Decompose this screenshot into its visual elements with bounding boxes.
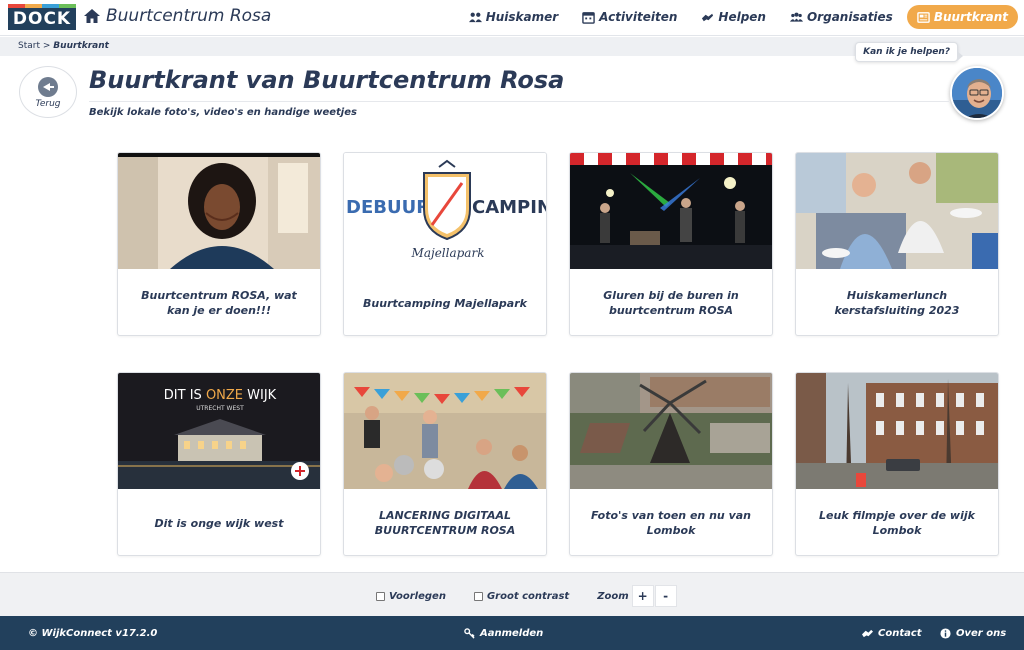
zoom-in-button[interactable]: +: [631, 585, 654, 607]
title-divider: [89, 101, 949, 102]
nav-huiskamer[interactable]: Huiskamer: [459, 5, 568, 29]
camping-logo-image: DEBUURT CAMPING Majellapark: [344, 153, 547, 269]
help-bubble[interactable]: Kan ik je helpen?: [855, 42, 963, 62]
card-caption: Buurtcamping Majellapark: [363, 296, 527, 310]
accessibility-bar: Voorlegen Groot contrast Zoom + -: [0, 572, 1024, 616]
newspaper-icon: [917, 11, 930, 23]
footer-login-link[interactable]: Aanmelden: [464, 628, 543, 639]
camping-logo-right: CAMPING: [472, 197, 547, 218]
nav-buurtkrant-label: Buurtkrant: [933, 10, 1008, 24]
read-aloud-checkbox[interactable]: [376, 591, 385, 601]
group-icon: [789, 12, 803, 22]
page-subtitle: Bekijk lokale foto's, video's en handige…: [89, 107, 357, 118]
nav-helpen-label: Helpen: [718, 10, 766, 24]
footer: © WijkConnect v17.2.0 Aanmelden Contact …: [0, 616, 1024, 650]
card-caption: Dit is onge wijk west: [154, 516, 284, 530]
people-icon: [468, 12, 482, 22]
site-title[interactable]: Buurtcentrum Rosa: [84, 6, 271, 26]
card-caption: LANCERING DIGITAAL BUURTCENTRUM ROSA: [374, 509, 516, 537]
high-contrast-label: Groot contrast: [486, 590, 570, 602]
read-aloud-label: Voorlegen: [389, 590, 446, 602]
card-caption: Buurtcentrum ROSA, wat kan je er doen!!!: [141, 289, 297, 317]
footer-about-link[interactable]: Over ons: [940, 628, 1006, 639]
camping-logo-sub: Majellapark: [411, 246, 485, 260]
breadcrumb-separator: >: [42, 41, 51, 51]
helper-avatar[interactable]: [950, 66, 1004, 120]
footer-copyright: © WijkConnect v17.2.0: [28, 628, 157, 639]
breadcrumb-home[interactable]: Start: [18, 41, 40, 51]
news-card[interactable]: Leuk filmpje over de wijk Lombok: [795, 372, 999, 556]
helper-portrait-image: [952, 68, 1002, 118]
back-button-label: Terug: [35, 99, 61, 109]
card-thumbnail: [118, 153, 320, 269]
handshake-icon: [702, 13, 714, 21]
high-contrast-toggle[interactable]: Groot contrast: [473, 590, 570, 602]
dock-logo[interactable]: DOCK: [8, 4, 76, 30]
footer-copyright-text: © WijkConnect v17.2.0: [28, 628, 158, 639]
news-card[interactable]: DIT IS ONZE WIJK UTRECHT WEST Dit is ong…: [117, 372, 321, 556]
nav-organisaties-label: Organisaties: [806, 10, 893, 24]
card-caption: Huiskamerlunch kerstafsluiting 2023: [834, 289, 960, 317]
overlay-text-b: ONZE: [206, 388, 243, 403]
main-nav: Huiskamer Activiteiten Helpen Organisati…: [459, 5, 1018, 29]
handshake-icon: [862, 629, 873, 638]
news-card[interactable]: Foto's van toen en nu van Lombok: [569, 372, 773, 556]
high-contrast-checkbox[interactable]: [473, 591, 483, 601]
footer-contact-link[interactable]: Contact: [862, 628, 922, 639]
card-thumbnail: [570, 153, 772, 269]
overlay-text-a: DIT IS: [164, 388, 206, 403]
card-thumbnail: DEBUURT CAMPING Majellapark: [344, 153, 547, 269]
key-icon: [464, 628, 475, 639]
news-card[interactable]: Gluren bij de buren in buurtcentrum ROSA: [569, 152, 773, 336]
windmill-image: [570, 373, 772, 489]
calendar-icon: [582, 11, 595, 24]
news-card[interactable]: DEBUURT CAMPING Majellapark Buurtcamping…: [343, 152, 547, 336]
street-image: [796, 373, 998, 489]
card-thumbnail: DIT IS ONZE WIJK UTRECHT WEST: [118, 373, 320, 489]
accessibility-controls: Voorlegen Groot contrast Zoom + -: [376, 585, 677, 607]
lunch-party-image: [796, 153, 998, 269]
svg-text:DIT IS ONZE WIJK: DIT IS ONZE WIJK: [164, 388, 277, 403]
arrow-left-icon: [38, 77, 58, 97]
info-icon: [940, 628, 951, 639]
card-thumbnail: [344, 373, 546, 489]
night-castle-image: DIT IS ONZE WIJK UTRECHT WEST: [118, 373, 320, 489]
footer-login-label: Aanmelden: [480, 628, 544, 639]
logo-text: DOCK: [8, 8, 76, 30]
card-caption: Gluren bij de buren in buurtcentrum ROSA: [603, 289, 739, 317]
overlay-subtitle: UTRECHT WEST: [196, 405, 244, 412]
card-thumbnail: [796, 153, 998, 269]
news-card[interactable]: Huiskamerlunch kerstafsluiting 2023: [795, 152, 999, 336]
back-button[interactable]: Terug: [19, 66, 77, 118]
nav-activiteiten[interactable]: Activiteiten: [572, 5, 687, 29]
page-title: Buurtkrant van Buurtcentrum Rosa: [89, 66, 565, 94]
nav-buurtkrant[interactable]: Buurtkrant: [906, 5, 1018, 29]
nav-activiteiten-label: Activiteiten: [599, 10, 678, 24]
news-card[interactable]: Buurtcentrum ROSA, wat kan je er doen!!!: [117, 152, 321, 336]
nav-helpen[interactable]: Helpen: [691, 5, 776, 29]
zoom-label: Zoom: [597, 590, 629, 602]
nav-organisaties[interactable]: Organisaties: [780, 5, 903, 29]
launch-event-image: [344, 373, 546, 489]
card-thumbnail: [570, 373, 772, 489]
card-thumbnail: [796, 373, 998, 489]
card-caption: Foto's van toen en nu van Lombok: [590, 509, 751, 537]
nav-huiskamer-label: Huiskamer: [485, 10, 559, 24]
breadcrumb-current: Buurtkrant: [53, 41, 109, 51]
woman-video-image: [118, 153, 320, 269]
read-aloud-toggle[interactable]: Voorlegen: [376, 591, 446, 602]
news-card[interactable]: LANCERING DIGITAAL BUURTCENTRUM ROSA: [343, 372, 547, 556]
footer-contact-label: Contact: [878, 628, 922, 639]
home-icon: [84, 9, 100, 23]
overlay-text-c: WIJK: [243, 388, 277, 403]
footer-about-label: Over ons: [956, 628, 1007, 639]
site-title-text: Buurtcentrum Rosa: [106, 6, 272, 26]
concert-stage-image: [570, 153, 772, 269]
header: DOCK Buurtcentrum Rosa Huiskamer Activit…: [0, 0, 1024, 36]
zoom-out-button[interactable]: -: [654, 585, 677, 607]
card-caption: Leuk filmpje over de wijk Lombok: [819, 509, 975, 537]
